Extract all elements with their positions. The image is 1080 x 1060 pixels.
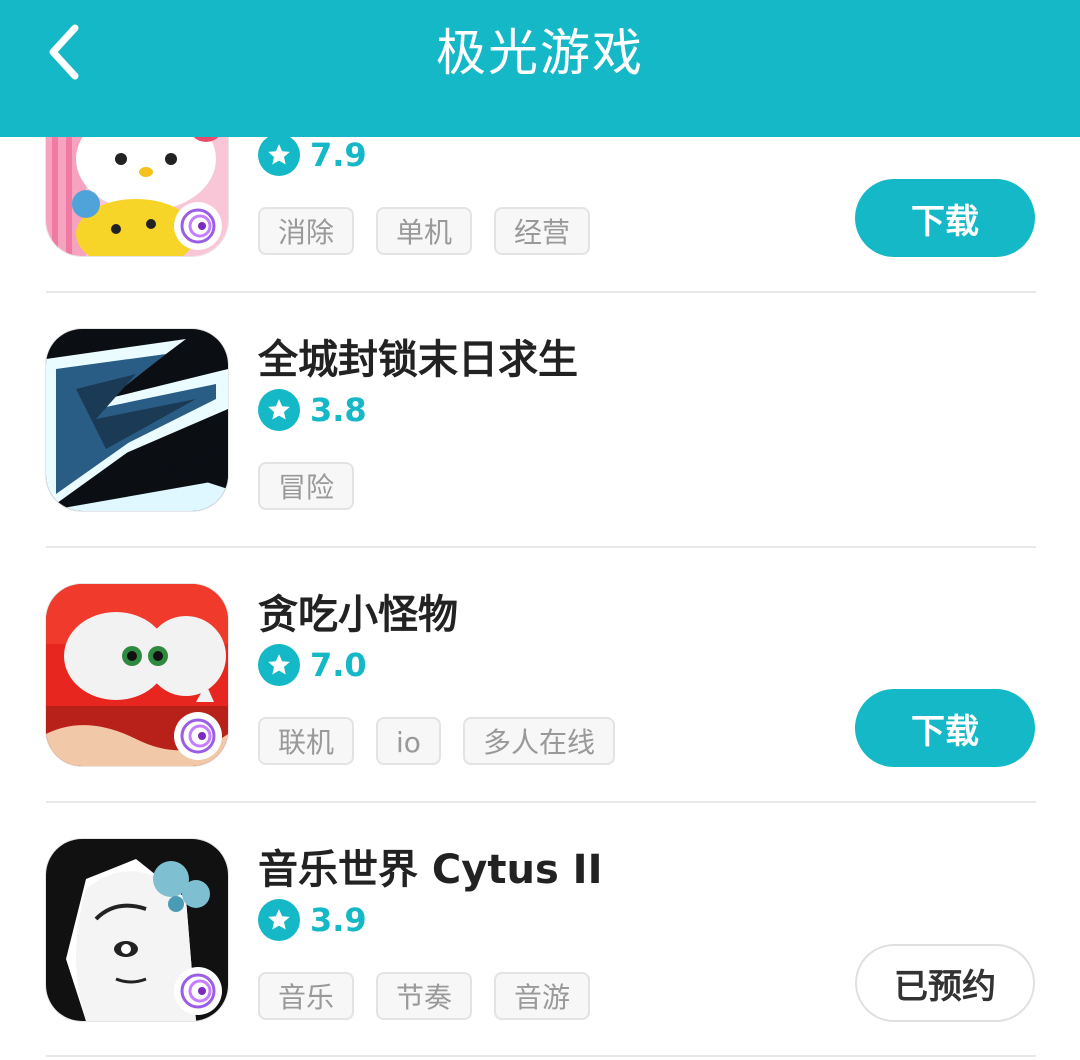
top-bar: 极光游戏 <box>0 0 1080 137</box>
game-name[interactable]: 贪吃小怪物 <box>258 582 458 640</box>
game-row[interactable]: 音乐世界 Cytus II 3.9 音乐 节奏 音游 已预约 <box>0 839 1080 1060</box>
tag-list: 冒险 <box>258 462 355 510</box>
tag-list: 联机 io 多人在线 <box>258 717 615 765</box>
tag-list: 音乐 节奏 音游 <box>258 972 591 1020</box>
tag[interactable]: 经营 <box>494 207 591 255</box>
star-icon <box>258 134 300 176</box>
aurora-badge-icon <box>174 202 222 250</box>
rating-value: 7.9 <box>310 136 367 174</box>
star-icon <box>258 644 300 686</box>
game-icon-monster[interactable] <box>46 584 228 766</box>
page-title: 极光游戏 <box>436 24 644 82</box>
download-button[interactable]: 下载 <box>855 179 1035 257</box>
tag[interactable]: 多人在线 <box>462 717 615 765</box>
rating-value: 3.8 <box>310 391 367 429</box>
divider <box>46 801 1036 803</box>
divider <box>46 1055 1036 1057</box>
tag[interactable]: 联机 <box>258 717 355 765</box>
rating: 7.0 <box>258 644 367 686</box>
game-name[interactable]: 音乐世界 Cytus II <box>258 837 602 895</box>
reserved-button[interactable]: 已预约 <box>855 944 1035 1022</box>
rating: 7.9 <box>258 134 367 176</box>
tag[interactable]: 音游 <box>494 972 591 1020</box>
download-button[interactable]: 下载 <box>855 689 1035 767</box>
tag[interactable]: 消除 <box>258 207 355 255</box>
tag[interactable]: 节奏 <box>376 972 473 1020</box>
star-icon <box>258 389 300 431</box>
tag[interactable]: 音乐 <box>258 972 355 1020</box>
tag[interactable]: io <box>376 717 441 765</box>
rating-value: 3.9 <box>310 901 367 939</box>
divider <box>46 291 1036 293</box>
aurora-badge-icon <box>174 967 222 1015</box>
rating: 3.9 <box>258 899 367 941</box>
divider <box>46 546 1036 548</box>
tag-list: 消除 单机 经营 <box>258 207 591 255</box>
app-screen: 7.9 消除 单机 经营 下载 全城封锁末日求生 3.8 冒险 贪吃小怪物 7.… <box>0 0 1080 1060</box>
tag[interactable]: 冒险 <box>258 462 355 510</box>
game-name[interactable]: 全城封锁末日求生 <box>258 327 578 385</box>
rating-value: 7.0 <box>310 646 367 684</box>
rating: 3.8 <box>258 389 367 431</box>
star-icon <box>258 899 300 941</box>
aurora-badge-icon <box>174 712 222 760</box>
game-icon-cytus[interactable] <box>46 839 228 1021</box>
game-icon-lockdown[interactable] <box>46 329 228 511</box>
tag[interactable]: 单机 <box>376 207 473 255</box>
